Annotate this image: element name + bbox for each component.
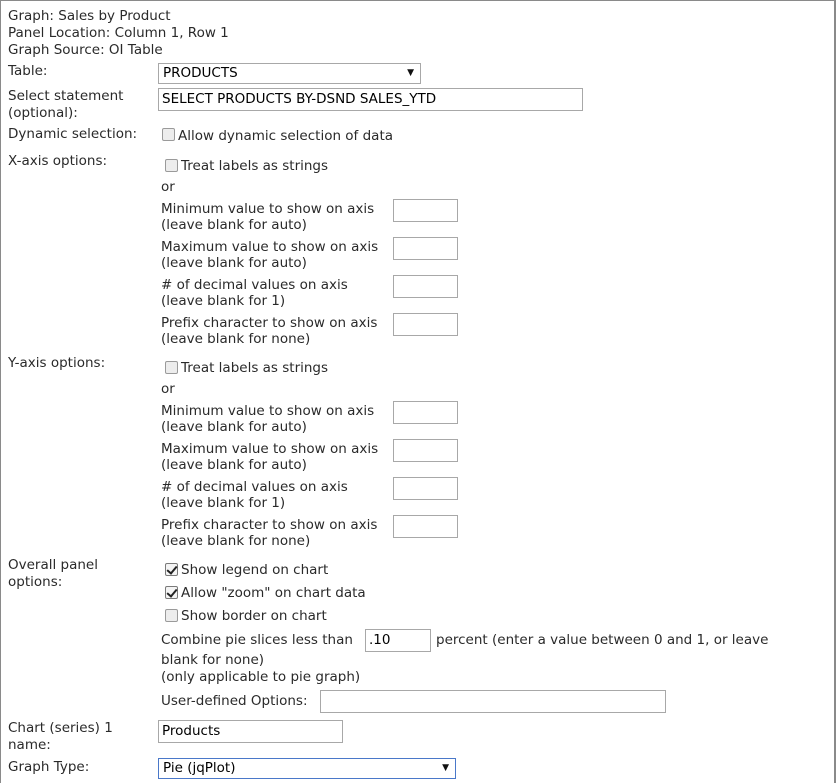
graph-type-select[interactable]: Pie (jqPlot) ▼ (158, 758, 456, 779)
y-decimals-label-1: # of decimal values on axis (161, 479, 348, 495)
graph-source: Graph Source: OI Table (8, 42, 163, 58)
y-min-input[interactable] (393, 401, 458, 424)
show-legend-label: Show legend on chart (181, 562, 329, 578)
combine-slices-suffix: percent (enter a value between 0 and 1, … (436, 632, 769, 648)
graph-title: Graph: Sales by Product (8, 8, 171, 24)
show-legend-checkbox[interactable] (165, 563, 178, 576)
dynamic-selection-checkbox-label: Allow dynamic selection of data (178, 128, 394, 144)
allow-zoom-label: Allow "zoom" on chart data (181, 585, 366, 601)
form-frame (0, 0, 836, 783)
x-min-input[interactable] (393, 199, 458, 222)
graph-type-select-value: Pie (jqPlot) (163, 760, 236, 776)
x-axis-label: X-axis options: (8, 153, 108, 169)
select-statement-label-2: (optional): (8, 105, 78, 121)
combine-slices-input[interactable]: .10 (365, 629, 431, 652)
dynamic-selection-checkbox[interactable] (162, 128, 175, 141)
y-axis-label: Y-axis options: (8, 355, 106, 371)
y-axis-strings-label: Treat labels as strings (181, 360, 329, 376)
x-min-label-2: (leave blank for auto) (161, 217, 307, 233)
graph-type-label: Graph Type: (8, 759, 90, 775)
y-decimals-label-2: (leave blank for 1) (161, 495, 286, 511)
x-prefix-label-1: Prefix character to show on axis (161, 315, 378, 331)
combine-slices-line2: blank for none) (161, 652, 265, 668)
x-axis-strings-checkbox[interactable] (165, 159, 178, 172)
y-max-label-2: (leave blank for auto) (161, 457, 307, 473)
x-decimals-label-1: # of decimal values on axis (161, 277, 348, 293)
x-axis-strings-label: Treat labels as strings (181, 158, 329, 174)
chevron-down-icon: ▼ (442, 763, 449, 773)
user-defined-input[interactable] (320, 690, 666, 713)
y-prefix-label-1: Prefix character to show on axis (161, 517, 378, 533)
user-defined-label: User-defined Options: (161, 693, 308, 709)
combine-slices-line3: (only applicable to pie graph) (161, 669, 361, 685)
x-max-input[interactable] (393, 237, 458, 260)
show-border-label: Show border on chart (181, 608, 327, 624)
table-select-value: PRODUCTS (163, 65, 238, 81)
y-min-label-2: (leave blank for auto) (161, 419, 307, 435)
x-prefix-input[interactable] (393, 313, 458, 336)
table-select[interactable]: PRODUCTS ▼ (158, 63, 421, 84)
show-border-checkbox[interactable] (165, 609, 178, 622)
x-decimals-label-2: (leave blank for 1) (161, 293, 286, 309)
y-prefix-label-2: (leave blank for none) (161, 533, 311, 549)
y-min-label-1: Minimum value to show on axis (161, 403, 375, 419)
x-max-label-2: (leave blank for auto) (161, 255, 307, 271)
chevron-down-icon: ▼ (407, 68, 414, 78)
select-statement-label-1: Select statement (8, 88, 124, 104)
series-label-2: name: (8, 737, 51, 753)
series-label-1: Chart (series) 1 (8, 720, 113, 736)
overall-label-2: options: (8, 574, 63, 590)
y-max-label-1: Maximum value to show on axis (161, 441, 379, 457)
y-prefix-input[interactable] (393, 515, 458, 538)
panel-location: Panel Location: Column 1, Row 1 (8, 25, 229, 41)
dynamic-selection-label: Dynamic selection: (8, 126, 138, 142)
overall-label-1: Overall panel (8, 557, 98, 573)
x-prefix-label-2: (leave blank for none) (161, 331, 311, 347)
x-max-label-1: Maximum value to show on axis (161, 239, 379, 255)
select-statement-input[interactable]: SELECT PRODUCTS BY-DSND SALES_YTD (158, 88, 583, 111)
series-name-input[interactable]: Products (158, 720, 343, 743)
x-decimals-input[interactable] (393, 275, 458, 298)
x-axis-or: or (161, 179, 175, 195)
combine-slices-label: Combine pie slices less than (161, 632, 353, 648)
x-min-label-1: Minimum value to show on axis (161, 201, 375, 217)
allow-zoom-checkbox[interactable] (165, 586, 178, 599)
y-axis-strings-checkbox[interactable] (165, 361, 178, 374)
y-axis-or: or (161, 381, 175, 397)
y-decimals-input[interactable] (393, 477, 458, 500)
y-max-input[interactable] (393, 439, 458, 462)
table-label: Table: (8, 63, 48, 79)
